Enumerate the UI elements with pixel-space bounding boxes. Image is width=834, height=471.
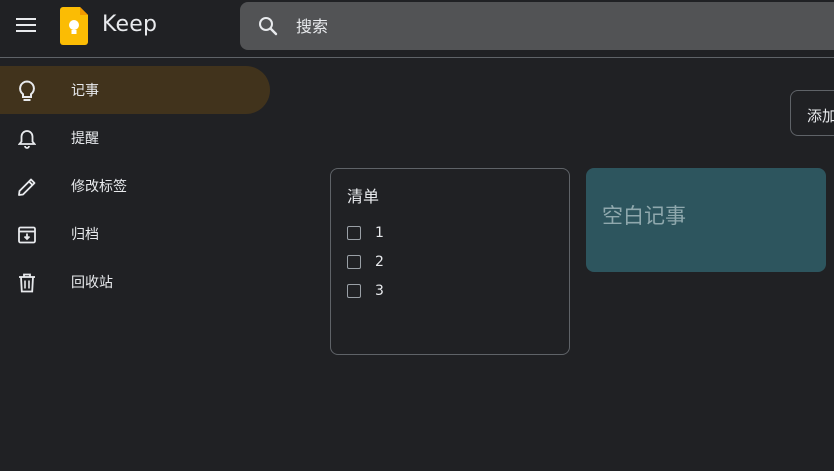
sidebar-item-label: 回收站 xyxy=(71,275,113,291)
sidebar-item-label: 归档 xyxy=(71,227,99,243)
search-button[interactable] xyxy=(254,12,282,40)
note-card-blank[interactable]: 空白记事 xyxy=(586,168,826,272)
note-title[interactable]: 清单 xyxy=(347,183,379,207)
main-menu-button[interactable] xyxy=(6,5,46,45)
sidebar-item-label: 记事 xyxy=(71,83,99,99)
lightbulb-icon xyxy=(14,78,40,104)
sidebar-item-reminders[interactable]: 提醒 xyxy=(0,114,270,162)
search-bar[interactable] xyxy=(240,2,834,50)
checklist-item-text[interactable]: 1 xyxy=(375,225,384,241)
checkbox[interactable] xyxy=(347,255,361,269)
note-placeholder-text: 空白记事 xyxy=(602,204,686,228)
sidebar-item-notes[interactable]: 记事 xyxy=(0,66,270,114)
sidebar-item-archive[interactable]: 归档 xyxy=(0,210,270,258)
keep-logo-icon[interactable] xyxy=(60,7,88,45)
checkbox[interactable] xyxy=(347,226,361,240)
hamburger-menu-icon xyxy=(16,18,36,32)
trash-icon xyxy=(14,270,40,296)
sidebar-item-label: 修改标签 xyxy=(71,179,127,195)
sidebar-item-edit-labels[interactable]: 修改标签 xyxy=(0,162,270,210)
search-icon xyxy=(259,17,278,36)
checkbox[interactable] xyxy=(347,284,361,298)
checklist-item-text[interactable]: 3 xyxy=(375,283,384,299)
sidebar-nav: 记事 提醒 修改标签 归档 回收站 xyxy=(0,66,280,306)
checklist-item: 3 xyxy=(347,281,384,301)
bell-icon xyxy=(14,126,40,152)
checklist-item: 2 xyxy=(347,252,384,272)
add-button[interactable]: 添加 xyxy=(790,90,834,136)
checklist-item: 1 xyxy=(347,223,384,243)
app-header: Keep xyxy=(0,0,834,58)
app-title[interactable]: Keep xyxy=(102,12,157,37)
sidebar-item-label: 提醒 xyxy=(71,131,99,147)
note-card-checklist[interactable]: 清单 1 2 3 xyxy=(330,168,570,355)
checklist-item-text[interactable]: 2 xyxy=(375,254,384,270)
sidebar-item-trash[interactable]: 回收站 xyxy=(0,258,270,306)
search-input[interactable] xyxy=(296,2,796,50)
pencil-icon xyxy=(14,174,40,200)
archive-icon xyxy=(14,222,40,248)
